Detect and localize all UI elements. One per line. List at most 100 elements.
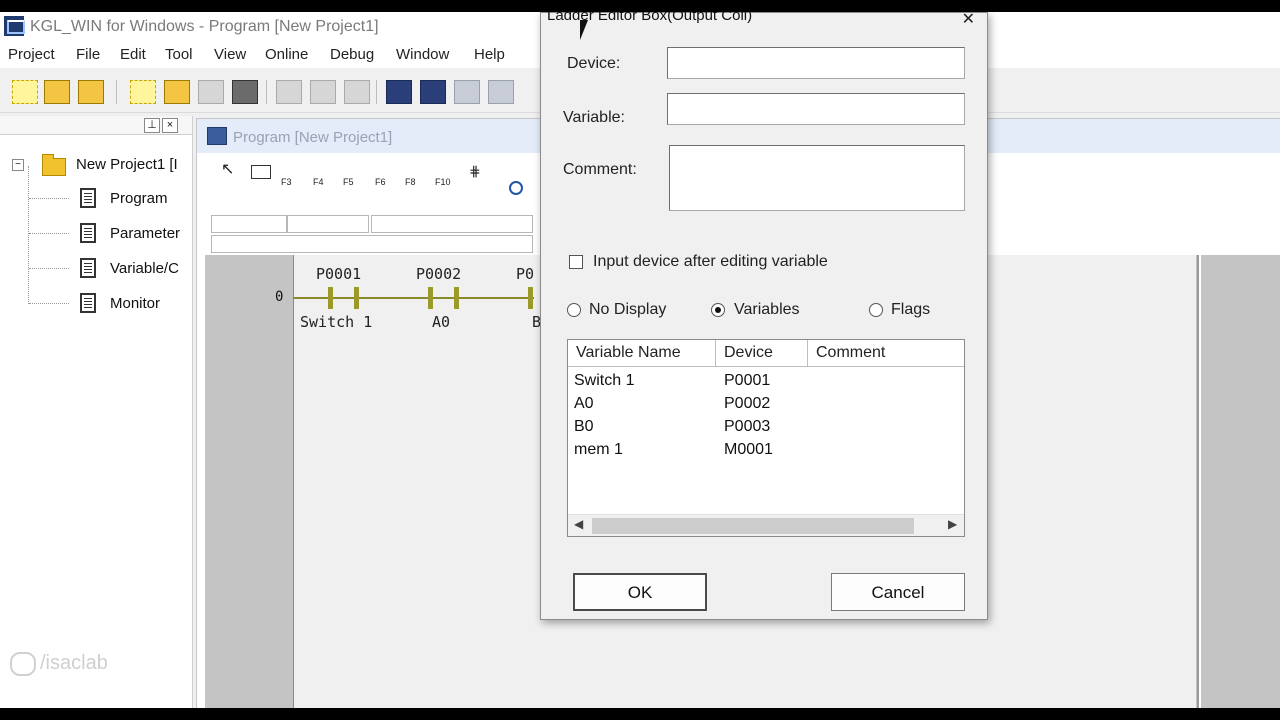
toolbar-separator — [376, 80, 377, 104]
table-row[interactable]: A0 P0002 — [568, 393, 964, 416]
contact-device: P0001 — [316, 265, 362, 283]
contact-device: P0002 — [416, 265, 462, 283]
menu-edit[interactable]: Edit — [120, 46, 146, 63]
radio-flags[interactable] — [869, 303, 883, 317]
tree-connector — [29, 268, 69, 269]
menu-debug[interactable]: Debug — [330, 46, 374, 63]
input-device-checkbox[interactable] — [569, 255, 583, 269]
rectangle-icon[interactable] — [251, 165, 271, 179]
row-device: P0001 — [724, 372, 771, 389]
tree-item-monitor[interactable]: Monitor — [110, 295, 160, 312]
copy-icon[interactable] — [310, 80, 336, 104]
comment-input[interactable] — [669, 145, 965, 211]
ladder-editor-dialog: Ladder Editor Box(Output Coil) ✕ Device:… — [540, 12, 988, 620]
parameter-doc-icon — [80, 223, 96, 243]
scroll-left-icon[interactable]: ◀ — [574, 517, 583, 531]
ladder-icon[interactable] — [386, 80, 412, 104]
ladder-edit-icon[interactable] — [454, 80, 480, 104]
column-variable-name[interactable]: Variable Name — [568, 340, 716, 366]
column-device[interactable]: Device — [716, 340, 808, 366]
cut-icon[interactable] — [276, 80, 302, 104]
radio-variables[interactable] — [711, 303, 725, 317]
radio-no-display[interactable] — [567, 303, 581, 317]
app-icon — [4, 16, 25, 36]
zoom-icon[interactable] — [509, 181, 523, 195]
table-row[interactable]: mem 1 M0001 — [568, 439, 964, 462]
menu-window[interactable]: Window — [396, 46, 449, 63]
menu-online[interactable]: Online — [265, 46, 308, 63]
contact-bar[interactable] — [528, 287, 533, 309]
close-icon[interactable]: × — [162, 118, 178, 133]
contact-bar[interactable] — [454, 287, 459, 309]
cancel-button[interactable]: Cancel — [831, 573, 965, 611]
table-row[interactable]: Switch 1 P0001 — [568, 370, 964, 393]
vertical-line-tool[interactable]: F6 — [375, 177, 386, 187]
contact-variable: Switch 1 — [300, 313, 373, 331]
row-variable-name: B0 — [574, 418, 594, 435]
folder-icon — [42, 154, 66, 176]
function-tool[interactable]: F10 — [435, 177, 451, 187]
pin-icon[interactable]: ⊥ — [144, 118, 160, 133]
ok-button[interactable]: OK — [573, 573, 707, 611]
ladder-status-box — [371, 215, 533, 233]
paste-icon[interactable] — [344, 80, 370, 104]
rung-number: 0 — [275, 289, 284, 305]
watermark: /isaclab — [40, 652, 108, 674]
scroll-right-icon[interactable]: ▶ — [948, 517, 957, 531]
save-project-icon[interactable] — [78, 80, 104, 104]
menu-view[interactable]: View — [214, 46, 246, 63]
tree-item-program[interactable]: Program — [110, 190, 168, 207]
table-row[interactable]: B0 P0003 — [568, 416, 964, 439]
contact-no-tool[interactable]: F3 — [281, 177, 292, 187]
open-file-icon[interactable] — [164, 80, 190, 104]
contact-variable: A0 — [432, 313, 451, 331]
open-project-icon[interactable] — [44, 80, 70, 104]
tree-root-project[interactable]: New Project1 [I — [76, 156, 178, 173]
tree-connector — [29, 303, 69, 304]
menu-file[interactable]: File — [76, 46, 100, 63]
new-file-icon[interactable] — [130, 80, 156, 104]
program-doc-icon — [80, 188, 96, 208]
row-variable-name: A0 — [574, 395, 594, 412]
collapse-icon[interactable]: − — [12, 159, 24, 171]
ladder-insert-icon[interactable] — [420, 80, 446, 104]
close-icon[interactable]: ✕ — [962, 12, 975, 29]
contact-bar[interactable] — [354, 287, 359, 309]
save-file-icon[interactable] — [198, 80, 224, 104]
column-comment[interactable]: Comment — [808, 340, 964, 366]
horizontal-scrollbar[interactable]: ◀ ▶ — [568, 514, 964, 536]
dialog-title: Ladder Editor Box(Output Coil) — [547, 12, 753, 24]
radio-variables-label: Variables — [734, 301, 800, 318]
menu-tool[interactable]: Tool — [165, 46, 193, 63]
select-arrow-icon[interactable]: ↖ — [221, 159, 234, 179]
variable-input[interactable] — [667, 93, 965, 125]
row-device: P0002 — [724, 395, 771, 412]
menu-project[interactable]: Project — [8, 46, 55, 63]
variable-label: Variable: — [563, 109, 625, 126]
horizontal-line-tool[interactable]: F5 — [343, 177, 354, 187]
ladder-delete-icon[interactable] — [488, 80, 514, 104]
contact-bar[interactable] — [428, 287, 433, 309]
print-icon[interactable] — [232, 80, 258, 104]
tree-item-parameter[interactable]: Parameter — [110, 225, 180, 242]
contact-nc-tool[interactable]: F4 — [313, 177, 324, 187]
row-device: M0001 — [724, 441, 773, 458]
ladder-margin — [1201, 255, 1280, 708]
variable-doc-icon — [80, 258, 96, 278]
scroll-thumb[interactable] — [592, 518, 914, 534]
radio-no-display-label: No Display — [589, 301, 667, 318]
menu-help[interactable]: Help — [474, 46, 505, 63]
new-project-icon[interactable] — [12, 80, 38, 104]
row-variable-name: mem 1 — [574, 441, 623, 458]
variable-list[interactable]: Variable Name Device Comment Switch 1 P0… — [567, 339, 965, 537]
ladder-status-box — [287, 215, 369, 233]
device-input[interactable] — [667, 47, 965, 79]
tree-connector — [29, 198, 69, 199]
device-label: Device: — [567, 55, 621, 72]
contact-bar[interactable] — [328, 287, 333, 309]
window-title: KGL_WIN for Windows - Program [New Proje… — [30, 18, 379, 35]
tree-item-variable[interactable]: Variable/C — [110, 260, 179, 277]
project-tree-panel: ⊥ × − New Project1 [I Program Parameter … — [0, 116, 193, 708]
special-tool-icon[interactable]: ⋕ — [469, 163, 481, 180]
output-coil-tool[interactable]: F8 — [405, 177, 416, 187]
